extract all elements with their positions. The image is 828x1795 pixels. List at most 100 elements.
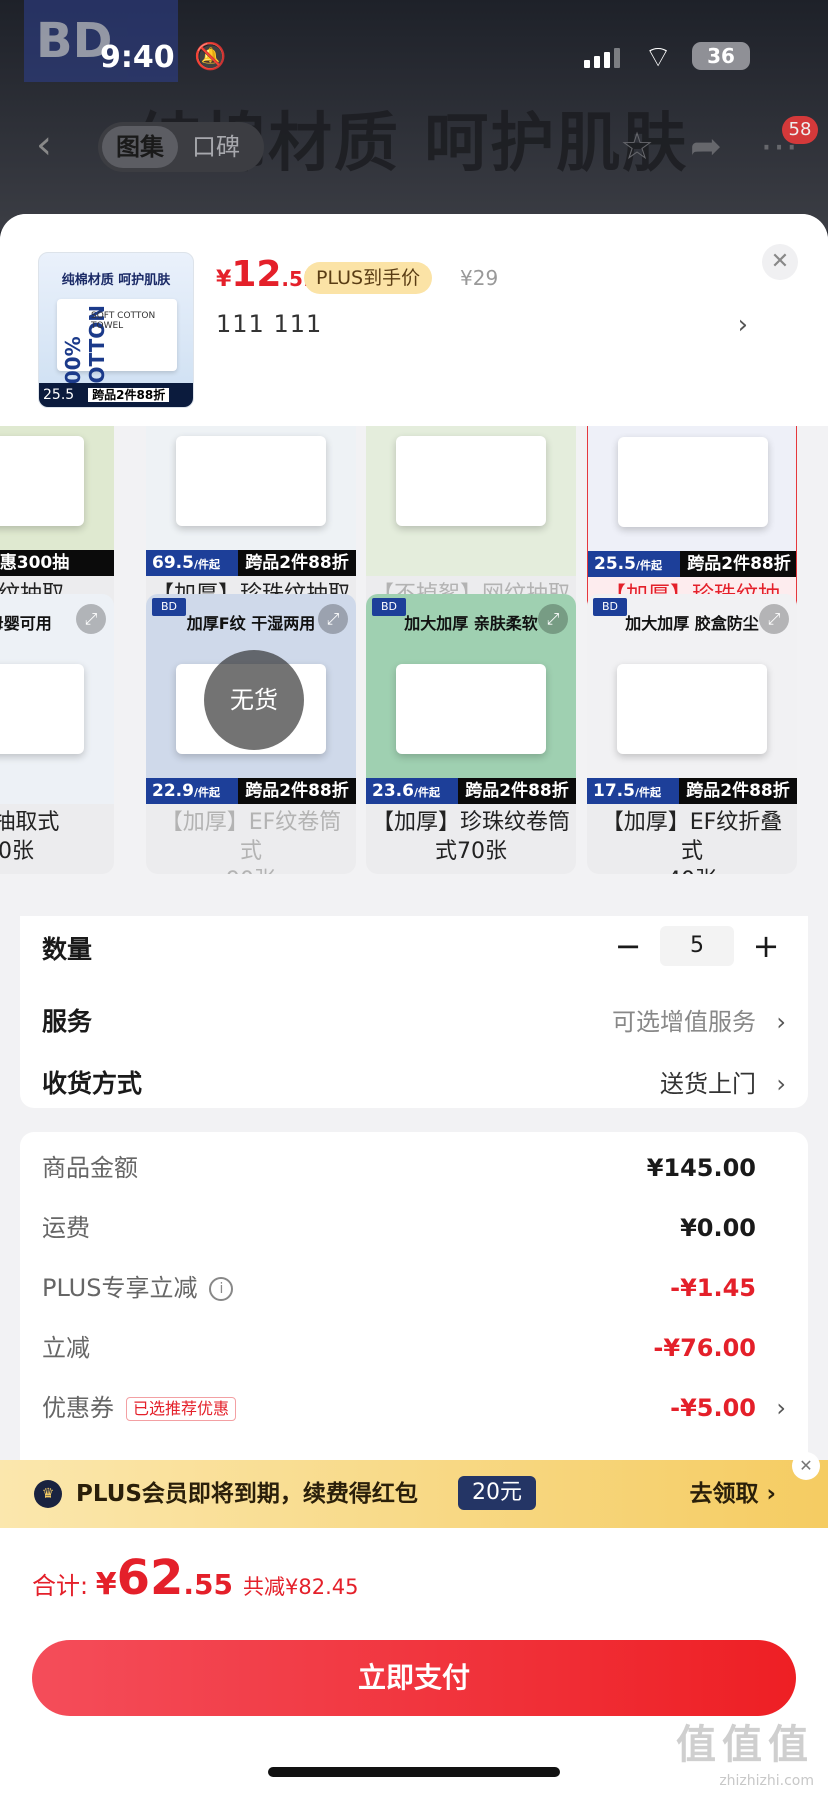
variant-price-value: 17.5 — [593, 781, 635, 801]
back-icon[interactable]: ‹ — [36, 122, 52, 168]
variant-card[interactable]: BD⤢棉 母婴可用 F纹抽取式 00张 — [0, 594, 114, 874]
delivery-row[interactable]: 收货方式 送货上门 › — [42, 1064, 786, 1104]
plus-discount-value: -¥1.45 — [670, 1274, 756, 1302]
tab-reviews[interactable]: 口碑 — [178, 126, 254, 168]
variant-price-bar: 17.5/件起 跨品2件88折 — [587, 778, 797, 804]
total-label: 合计: — [32, 1572, 96, 1600]
variant-card[interactable]: BD⤢加厚F纹 干湿两用无货22.9/件起跨品2件88折【加厚】EF纹卷筒式 9… — [146, 594, 356, 874]
options-panel: 数量 − 5 + 服务 可选增值服务 › 收货方式 送货上门 › — [20, 916, 808, 1108]
variant-caption: 【加厚】EF纹卷筒式 90张 — [160, 810, 342, 874]
tab-gallery[interactable]: 图集 — [102, 126, 178, 168]
watermark-small: zhizhizhi.com — [719, 1773, 814, 1789]
product-header: 纯棉材质 呵护肌肤 100% COTTON SOFT COTTON TOWEL … — [0, 214, 828, 426]
decrement-button[interactable]: − — [608, 927, 648, 965]
top-nav: ‹ 图集 口碑 ☆ ➦ ⋯ 58 — [0, 116, 828, 174]
variant-price-value: 22.9 — [152, 781, 194, 801]
plus-crown-icon: ♛ — [34, 1480, 62, 1508]
variant-price-unit: /件起 — [635, 559, 662, 572]
quantity-label: 数量 — [42, 935, 93, 964]
plus-banner-amount: 20元 — [458, 1476, 536, 1510]
variant-deal: 跨品2件88折 — [245, 553, 349, 573]
plus-renew-banner[interactable]: ♛ PLUS会员即将到期，续费得红包 20元 去领取 › ✕ — [0, 1452, 828, 1528]
plus-discount-row: PLUS专享立减 i -¥1.45 — [42, 1268, 786, 1308]
variant-price: 23.6/件起 — [366, 778, 458, 804]
variant-price-unit: /件起 — [193, 786, 220, 799]
coupon-label: 优惠券 — [42, 1394, 114, 1422]
service-chevron-icon: › — [776, 1008, 786, 1036]
variant-price-unit: /件起 — [634, 786, 661, 799]
instant-discount-value: -¥76.00 — [653, 1334, 756, 1362]
spec-chevron-icon[interactable]: › — [738, 310, 748, 340]
pay-now-button[interactable]: 立即支付 — [32, 1640, 796, 1716]
total-symbol: ¥ — [95, 1567, 117, 1602]
variant-price-value: 25.5 — [594, 554, 636, 574]
variant-deal: 跨品2件88折 — [687, 554, 791, 574]
variant-card[interactable]: BD⤢加大加厚 胶盒防尘17.5/件起跨品2件88折【加厚】EF纹折叠式 40张 — [587, 594, 797, 874]
variant-image-title: 棉 母婴可用 — [0, 614, 52, 633]
service-value: 可选增值服务 — [612, 1008, 756, 1036]
banner-close-icon[interactable]: ✕ — [792, 1452, 820, 1480]
star-icon[interactable]: ☆ — [620, 124, 654, 168]
price-summary: 商品金额 ¥145.00 运费 ¥0.00 PLUS专享立减 i -¥1.45 立… — [20, 1132, 808, 1492]
variant-price: 25.5/件起 — [588, 551, 680, 577]
coupon-value: -¥5.00 — [670, 1394, 756, 1422]
thumb-price-bar: 25.5 跨品2件88折 — [39, 383, 193, 407]
variant-deal: 跨品2件88折 — [686, 781, 790, 801]
plus-discount-label: PLUS专享立减 — [42, 1274, 198, 1302]
thumb-towel-text: SOFT COTTON TOWEL — [91, 311, 156, 331]
product-thumbnail[interactable]: 纯棉材质 呵护肌肤 100% COTTON SOFT COTTON TOWEL … — [38, 252, 194, 408]
plus-banner-text: PLUS会员即将到期，续费得红包 — [76, 1481, 418, 1507]
shipping-value: ¥0.00 — [680, 1214, 756, 1242]
service-row[interactable]: 服务 可选增值服务 › — [42, 1002, 786, 1042]
goods-amount-value: ¥145.00 — [646, 1154, 756, 1182]
home-indicator[interactable] — [268, 1767, 560, 1777]
delivery-chevron-icon: › — [776, 1070, 786, 1098]
plus-banner-cta[interactable]: 去领取 › — [690, 1478, 777, 1510]
variant-price-value: 69.5 — [152, 553, 194, 573]
variant-image: 25.5/件起 跨品2件88折 — [588, 426, 796, 577]
variant-image: BD⤢棉 母婴可用 — [0, 594, 114, 804]
wifi-icon: ⌔ — [644, 40, 673, 75]
selected-spec[interactable]: 111 111 — [216, 310, 322, 338]
plus-price-tag: PLUS到手价 — [304, 262, 433, 294]
total-saved: 共减¥82.45 — [243, 1575, 359, 1599]
info-icon[interactable]: i — [209, 1277, 234, 1301]
variant-price-unit: /件起 — [413, 786, 440, 799]
product-price: ¥12.51 — [216, 254, 317, 295]
variant-price-bar: 22.9/件起 跨品2件88折 — [146, 778, 356, 804]
increment-button[interactable]: + — [746, 927, 786, 965]
quantity-value[interactable]: 5 — [660, 926, 734, 966]
close-icon[interactable]: ✕ — [762, 244, 798, 280]
variant-price-bar: 25.5/件起 跨品2件88折 — [588, 551, 796, 577]
variant-package — [396, 664, 546, 754]
coupon-tag: 已选推荐优惠 — [126, 1397, 237, 1421]
variant-image: BD ⤢ 加厚F纹 干湿两用 无货 22.9/件起 跨品2件88折 — [146, 594, 356, 804]
variant-price-unit: /件起 — [193, 558, 220, 571]
quantity-row: 数量 − 5 + — [42, 926, 786, 970]
variant-image-title: 加大加厚 胶盒防尘 — [625, 614, 759, 633]
variant-card[interactable]: BD ⤢ 加大加厚 亲肤柔软 23.6/件起 跨品2件88折 【加厚】珍珠纹卷筒 式70张 — [366, 594, 576, 874]
variant-image: BD ⤢ 加大加厚 亲肤柔软 23.6/件起 跨品2件88折 — [366, 594, 576, 804]
variant-price: 17.5/件起 — [587, 778, 679, 804]
plus-discount-label-wrap: PLUS专享立减 i — [42, 1268, 234, 1308]
variant-deal: 跨品2件88折 — [465, 781, 569, 801]
variant-image: 量贩实惠300抽 — [0, 426, 114, 576]
share-icon[interactable]: ➦ — [690, 124, 722, 168]
thumb-price: 25.5 — [43, 387, 75, 403]
variant-price-bar: 量贩实惠300抽 — [0, 550, 114, 576]
battery-icon: 36 — [692, 42, 750, 70]
watermark-big: 值值值 — [676, 1722, 814, 1768]
variant-deal: 跨品2件88折 — [245, 781, 349, 801]
variant-price-bar: 69.5/件起 跨品2件88折 — [146, 550, 356, 576]
variant-caption: F纹抽取式 00张 — [0, 810, 60, 864]
variant-package — [617, 664, 767, 754]
variant-image — [366, 426, 576, 576]
total-int: 62 — [116, 1550, 184, 1606]
variant-price-bar: 23.6/件起 跨品2件88折 — [366, 778, 576, 804]
coupon-row[interactable]: 优惠券 已选推荐优惠 -¥5.00 › — [42, 1388, 786, 1428]
variant-package — [0, 436, 84, 526]
shipping-label: 运费 — [42, 1214, 90, 1242]
goods-amount-label: 商品金额 — [42, 1154, 138, 1182]
variant-caption: 【加厚】EF纹折叠式 40张 — [601, 810, 783, 874]
shipping-row: 运费 ¥0.00 — [42, 1208, 786, 1248]
